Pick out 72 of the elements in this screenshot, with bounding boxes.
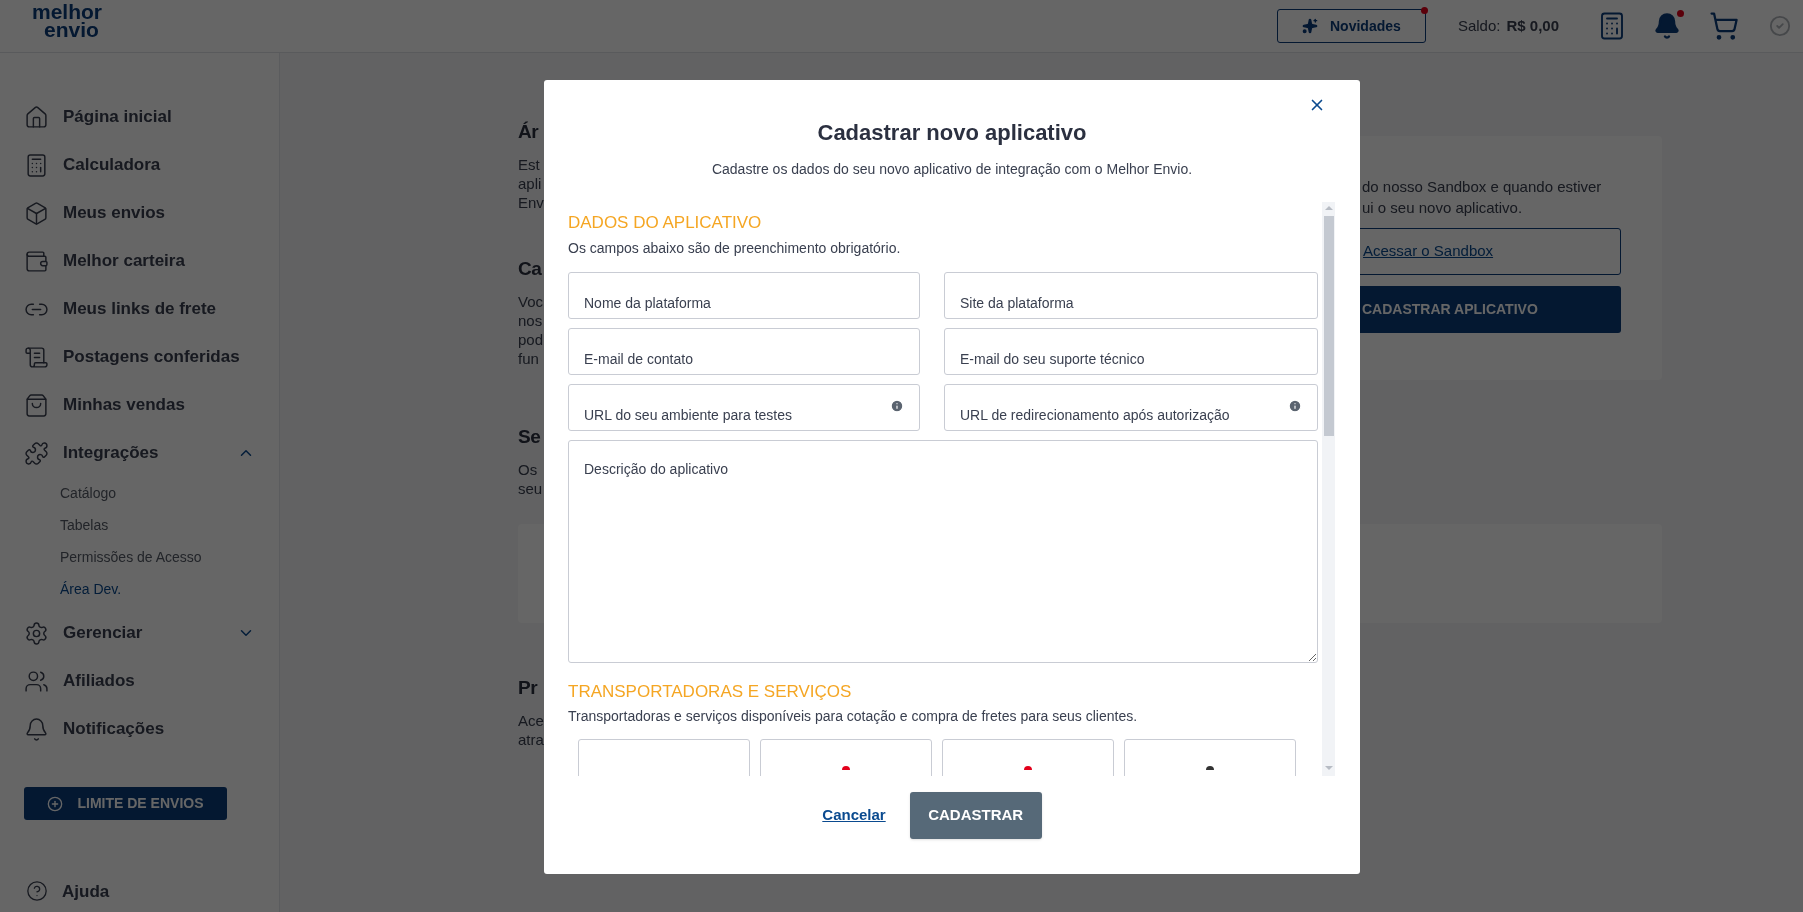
nav-item[interactable]: Postagens conferidas	[0, 333, 279, 381]
section-heading: Ca	[518, 257, 542, 281]
wallet-icon	[24, 248, 49, 274]
input-field[interactable]: URL de redirecionamento após autorização	[944, 384, 1318, 431]
modal-subtitle: Cadastre os dados do seu novo aplicativo de integração com o Melhor Envio.	[710, 160, 1194, 179]
nav-item[interactable]: Gerenciar	[0, 609, 279, 657]
section-heading: Se	[518, 425, 541, 449]
nav-item[interactable]: Afiliados	[0, 657, 279, 705]
puzzle-icon	[24, 440, 49, 466]
nav-item[interactable]: Minhas vendas	[0, 381, 279, 429]
bell-icon	[24, 716, 49, 742]
nav-item[interactable]: Meus envios	[0, 189, 279, 237]
paragraph-line: atra	[518, 730, 544, 749]
input-field[interactable]: E-mail do seu suporte técnico	[944, 328, 1318, 375]
paragraph-line: nos	[518, 311, 543, 330]
section-heading: TRANSPORTADORAS E SERVIÇOS	[568, 681, 853, 703]
paragraph-line: Voc	[518, 292, 544, 311]
plus-icon	[47, 795, 64, 812]
sparkle-icon	[1302, 18, 1318, 34]
input-field[interactable]: Site da plataforma	[944, 272, 1318, 319]
limit-button[interactable]: LIMITE DE ENVIOS	[24, 787, 227, 820]
nav-subitem[interactable]: Área Dev.	[0, 573, 279, 605]
bell-icon[interactable]	[1653, 12, 1681, 40]
paragraph-line: fun	[518, 349, 539, 368]
paragraph-line: Os	[518, 460, 538, 479]
paragraph-line: Env	[518, 193, 544, 212]
receipt-icon	[24, 344, 49, 370]
submit-button[interactable]: CADASTRAR	[909, 792, 1042, 839]
cancel-link[interactable]: Cancelar	[822, 804, 886, 827]
section-heading: Ár	[518, 120, 539, 144]
people-icon	[24, 668, 49, 694]
help-link[interactable]: Ajuda	[0, 878, 279, 904]
nav-subitem[interactable]: Tabelas	[0, 509, 279, 541]
help-icon	[26, 880, 48, 903]
sandbox-text: ui o seu novo aplicativo.	[1361, 198, 1524, 218]
bag-icon	[24, 392, 49, 418]
nav-item[interactable]: Calculadora	[0, 141, 279, 189]
input-field[interactable]: URL do seu ambiente para testes	[568, 384, 920, 431]
input-field[interactable]: E-mail de contato	[568, 328, 920, 375]
balance-label: Saldo:	[1457, 15, 1501, 36]
paragraph-line: Ace	[518, 711, 544, 730]
calculator-icon	[24, 152, 49, 178]
nav-subitem[interactable]: Catálogo	[0, 477, 279, 509]
check-icon[interactable]	[1769, 15, 1791, 37]
info-icon[interactable]	[1288, 399, 1302, 413]
paragraph-line: seu	[518, 479, 543, 498]
cart-icon[interactable]	[1709, 11, 1739, 41]
nav-item[interactable]: Notificações	[0, 705, 279, 753]
section-heading: Pr	[518, 676, 538, 700]
scrollbar[interactable]	[1322, 202, 1335, 776]
balance-value: R$ 0,00	[1506, 15, 1559, 36]
nav-item[interactable]: Melhor carteira	[0, 237, 279, 285]
paragraph-line: apli	[518, 174, 542, 193]
home-icon	[24, 104, 49, 130]
section-note: Os campos abaixo são de preenchimento obrigatório.	[568, 239, 902, 258]
cube-icon	[24, 200, 49, 226]
logo[interactable]: melhor envio	[32, 3, 102, 39]
section-heading: DADOS DO APLICATIVO	[568, 212, 763, 234]
section-note: Transportadoras e serviços disponíveis para cotação e compra de fretes para seus clientes.	[568, 707, 1139, 726]
nav-subitem[interactable]: Permissões de Acesso	[0, 541, 279, 573]
nav-item[interactable]: Integrações	[0, 429, 279, 477]
news-button[interactable]: Novidades	[1276, 9, 1426, 43]
nav-item[interactable]: Página inicial	[0, 93, 279, 141]
sandbox-text: do nosso Sandbox e quando estiver	[1361, 177, 1603, 197]
paragraph-line: Est	[518, 155, 540, 174]
modal-title: Cadastrar novo aplicativo	[816, 119, 1088, 147]
input-field[interactable]: Nome da plataforma	[568, 272, 920, 319]
info-icon[interactable]	[890, 399, 904, 413]
description-field[interactable]: Descrição do aplicativo	[568, 440, 1318, 663]
gear-icon	[24, 620, 49, 646]
nav-item[interactable]: Meus links de frete	[0, 285, 279, 333]
paragraph-line: pod	[518, 330, 544, 349]
